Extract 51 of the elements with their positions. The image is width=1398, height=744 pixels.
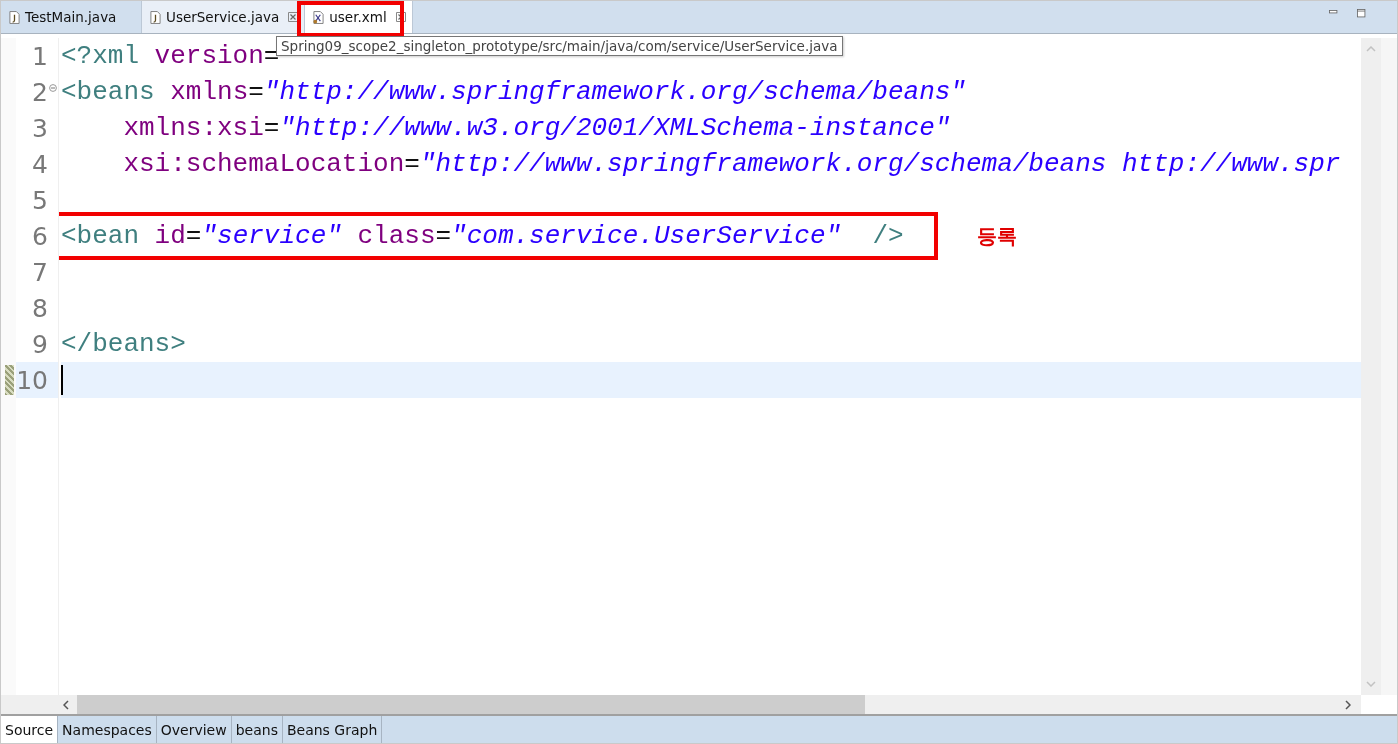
horizontal-scrollbar[interactable] — [1, 695, 1361, 714]
line-number: 9 — [32, 329, 48, 359]
line-number: 1 — [32, 41, 48, 71]
text-cursor — [61, 365, 63, 395]
attribute-value: "service" — [201, 220, 342, 253]
xml-tag: /> — [872, 218, 904, 254]
page-tab[interactable]: Beans Graph — [282, 716, 383, 743]
close-icon[interactable] — [288, 12, 299, 22]
attribute-name: version — [154, 40, 264, 73]
tooltip: Spring09_scope2_singleton_prototype/src/main/java/com/service/UserService.java — [276, 36, 843, 56]
scroll-right-icon[interactable] — [1345, 699, 1351, 710]
attribute-name: id — [154, 220, 186, 253]
xml-tag: <beans — [61, 74, 155, 110]
attribute-name: xmlns:xsi — [123, 112, 264, 145]
attribute-name: xsi:schemaLocation — [123, 148, 405, 181]
equals-sign: = — [404, 148, 420, 181]
line-number: 3 — [32, 113, 48, 143]
equals-sign: = — [263, 112, 280, 145]
xml-tag: <?xml — [61, 38, 139, 74]
editor-tab[interactable]: UserService.java — [142, 1, 306, 33]
annotation-text: 등록 — [977, 223, 1017, 250]
page-tab[interactable]: Overview — [156, 716, 232, 743]
line-number: 7 — [32, 257, 48, 287]
attribute-value: "http://www.springframework.org/schema/beans http://www.spr — [419, 148, 1341, 181]
line-number: 6 — [32, 221, 48, 251]
equals-sign: = — [248, 76, 264, 109]
equals-sign: = — [435, 220, 452, 253]
attribute-value: "http://www.springframework.org/schema/beans" — [263, 76, 966, 109]
line-number: 5 — [32, 185, 48, 215]
line-number: 4 — [32, 149, 48, 179]
java-file-icon — [9, 10, 20, 24]
maximize-icon[interactable] — [1357, 9, 1367, 19]
xml-file-icon — [313, 10, 325, 24]
page-tab[interactable]: Namespaces — [58, 716, 157, 743]
attribute-name: xmlns — [170, 76, 249, 109]
attribute-name: class — [357, 220, 436, 253]
attribute-value: "http://www.w3.org/2001/XMLSchema-instance" — [279, 112, 951, 145]
scroll-left-icon[interactable] — [63, 699, 69, 710]
xml-tag: <bean — [61, 218, 139, 254]
scroll-thumb[interactable] — [77, 695, 865, 714]
line-number: 2 — [32, 77, 48, 107]
minimize-icon[interactable] — [1329, 10, 1339, 15]
line-number: 10 — [16, 365, 48, 395]
page-tab[interactable]: Source — [1, 716, 59, 743]
line-number: 8 — [32, 293, 48, 323]
attribute-value: "com.service.UserService" — [451, 220, 842, 253]
close-icon[interactable] — [395, 12, 406, 22]
xml-tag: </beans> — [61, 326, 186, 362]
java-file-icon — [150, 10, 161, 24]
page-tab[interactable]: beans — [231, 716, 283, 743]
equals-sign: = — [185, 220, 202, 253]
